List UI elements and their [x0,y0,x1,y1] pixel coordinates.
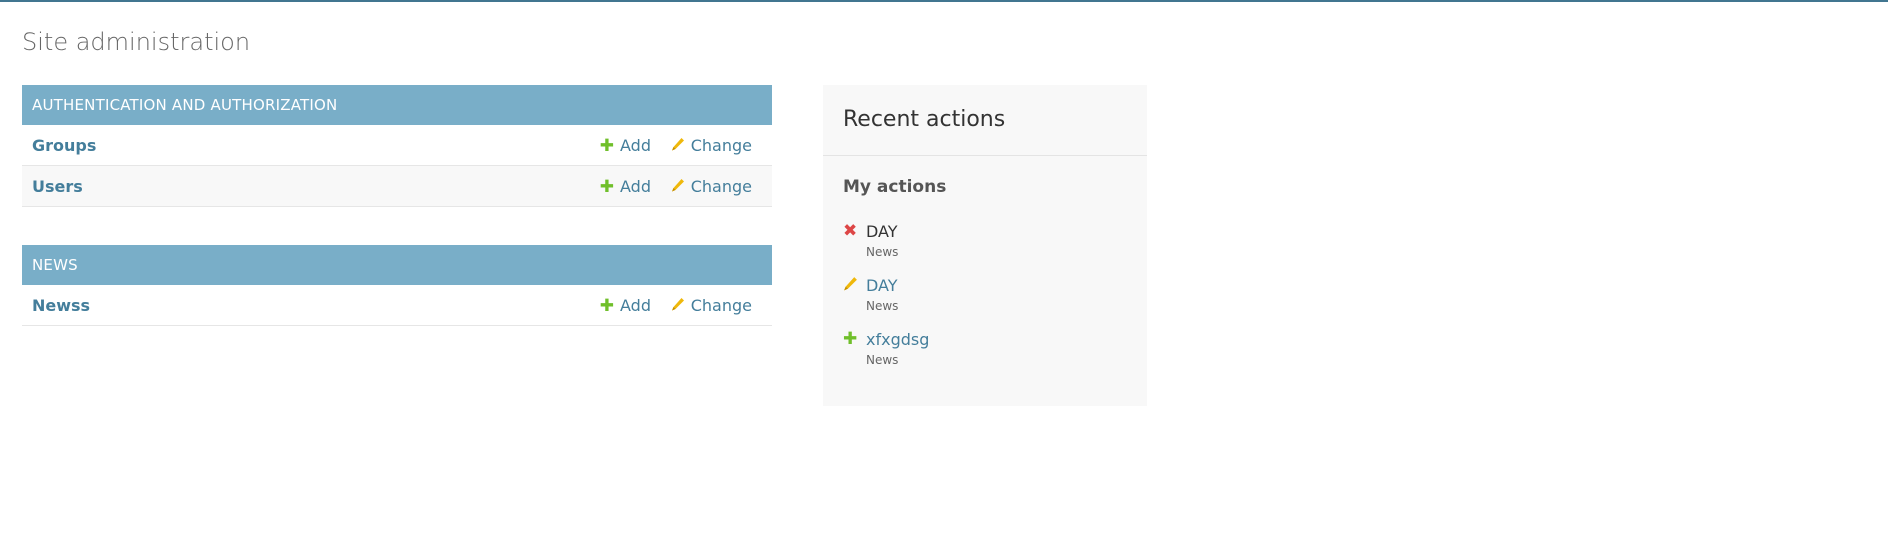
my-actions-heading: My actions [843,177,947,197]
recent-action-label: DAY [866,222,898,241]
recent-action-type: News [866,299,899,313]
add-label: Add [620,296,651,315]
change-label: Change [690,136,752,155]
plus-icon: ✚ [599,296,615,316]
recent-actions-title: Recent actions [843,107,1006,132]
groups-link[interactable]: Groups [32,136,96,155]
plus-icon: ✚ [843,329,858,349]
recent-action-item: DAY News [843,276,1133,320]
newss-add-link[interactable]: ✚ Add [600,296,651,316]
recent-actions-panel: Recent actions My actions ✖ DAY News DAY… [823,85,1147,406]
newss-link[interactable]: Newss [32,296,90,315]
pencil-icon [671,138,684,151]
recent-action-item: ✖ DAY News [843,222,1133,266]
groups-add-link[interactable]: ✚ Add [600,136,651,156]
newss-change-link[interactable]: Change [671,296,752,315]
plus-icon: ✚ [599,136,615,156]
plus-icon: ✚ [599,177,615,197]
delete-icon: ✖ [843,221,858,241]
pencil-icon [671,298,684,311]
users-add-link[interactable]: ✚ Add [600,177,651,197]
recent-action-link[interactable]: xfxgdsg [866,330,929,349]
recent-action-type: News [866,245,899,259]
module-auth: AUTHENTICATION AND AUTHORIZATION Groups … [22,85,772,207]
model-row-groups: Groups ✚ Add Change [22,125,772,166]
recent-action-link[interactable]: DAY [866,276,898,295]
pencil-icon [843,276,859,294]
users-link[interactable]: Users [32,177,83,196]
users-change-link[interactable]: Change [671,177,752,196]
page-title: Site administration [22,28,251,56]
model-row-newss: Newss ✚ Add Change [22,285,772,326]
module-header-auth[interactable]: AUTHENTICATION AND AUTHORIZATION [22,85,772,125]
add-label: Add [620,136,651,155]
groups-change-link[interactable]: Change [671,136,752,155]
recent-action-item: ✚ xfxgdsg News [843,330,1133,374]
module-news: NEWS Newss ✚ Add Change [22,245,772,326]
add-label: Add [620,177,651,196]
pencil-icon [671,179,684,192]
model-row-users: Users ✚ Add Change [22,166,772,207]
recent-actions-divider [823,155,1147,156]
top-accent-bar [0,0,1888,2]
recent-action-type: News [866,353,899,367]
change-label: Change [690,296,752,315]
change-label: Change [690,177,752,196]
module-header-news[interactable]: NEWS [22,245,772,285]
